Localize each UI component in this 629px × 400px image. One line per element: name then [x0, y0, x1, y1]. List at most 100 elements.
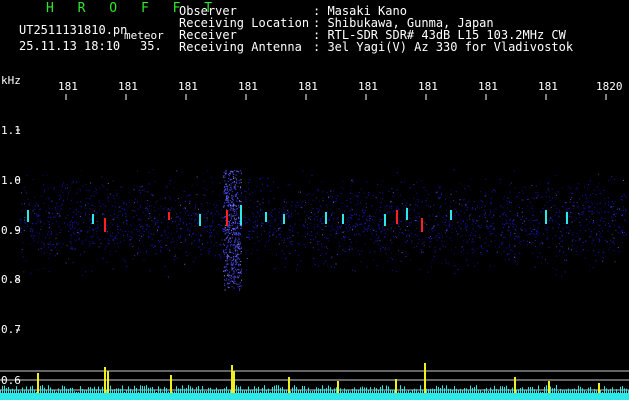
noise-pixel: [186, 210, 188, 212]
noise-pixel: [282, 200, 284, 202]
meteor-streak: [406, 208, 408, 220]
noise-pixel: [26, 225, 28, 227]
noise-pixel: [619, 208, 621, 210]
noise-pixel: [615, 215, 617, 217]
noise-pixel: [61, 186, 63, 188]
activity-bar: [284, 389, 285, 393]
noise-pixel: [222, 230, 224, 232]
noise-pixel: [37, 215, 39, 217]
noise-pixel: [105, 246, 107, 248]
noise-pixel: [562, 227, 564, 229]
noise-pixel: [41, 195, 43, 197]
noise-pixel: [546, 238, 548, 240]
activity-bar: [618, 391, 619, 393]
activity-bar: [462, 390, 463, 393]
noise-pixel: [416, 227, 418, 229]
activity-bar: [378, 390, 379, 393]
burst-pixel: [238, 283, 240, 285]
noise-pixel: [118, 246, 119, 248]
noise-pixel: [448, 225, 450, 227]
activity-bar: [364, 387, 365, 393]
noise-pixel: [257, 200, 259, 202]
noise-pixel: [449, 237, 451, 239]
noise-pixel: [47, 243, 49, 245]
noise-pixel: [119, 206, 121, 208]
noise-pixel: [382, 198, 383, 200]
noise-pixel: [399, 219, 401, 221]
burst-pixel: [234, 186, 236, 188]
noise-pixel: [552, 227, 554, 229]
unit-label: kHz: [1, 74, 21, 87]
noise-pixel: [375, 231, 377, 232]
noise-pixel: [490, 211, 492, 213]
noise-pixel: [268, 240, 270, 242]
burst-pixel: [228, 189, 230, 191]
noise-pixel: [437, 223, 439, 225]
noise-pixel: [556, 207, 558, 209]
noise-pixel: [165, 244, 167, 246]
noise-pixel: [611, 233, 613, 235]
noise-pixel: [94, 214, 96, 216]
noise-pixel: [368, 194, 370, 196]
noise-pixel: [156, 225, 158, 227]
noise-pixel: [505, 222, 507, 224]
meteor-streak: [283, 214, 285, 224]
noise-pixel: [283, 253, 285, 255]
activity-bar: [490, 387, 491, 393]
noise-pixel: [355, 223, 357, 225]
noise-pixel: [137, 208, 139, 209]
noise-pixel: [387, 234, 389, 236]
noise-pixel: [390, 206, 392, 208]
noise-pixel: [593, 222, 595, 223]
noise-pixel: [107, 243, 109, 245]
noise-pixel: [383, 210, 385, 212]
noise-pixel: [503, 237, 505, 239]
activity-bar: [296, 387, 297, 393]
noise-pixel: [85, 271, 87, 273]
noise-pixel: [318, 265, 320, 267]
noise-pixel: [112, 180, 114, 182]
noise-pixel: [351, 207, 353, 209]
noise-pixel: [289, 232, 291, 234]
noise-pixel: [532, 197, 534, 199]
noise-pixel: [136, 228, 138, 230]
noise-pixel: [335, 263, 337, 265]
noise-pixel: [392, 196, 394, 198]
noise-pixel: [228, 233, 229, 235]
noise-pixel: [535, 185, 537, 187]
noise-pixel: [142, 189, 144, 191]
noise-pixel: [123, 202, 125, 204]
noise-pixel: [172, 221, 173, 223]
noise-pixel: [273, 181, 274, 183]
noise-pixel: [502, 214, 504, 216]
noise-pixel: [531, 231, 533, 232]
activity-bar: [44, 387, 45, 393]
burst-pixel: [223, 229, 225, 230]
noise-pixel: [573, 248, 575, 250]
burst-pixel: [235, 211, 237, 213]
activity-peak: [107, 371, 109, 393]
noise-pixel: [43, 202, 45, 204]
freq-tick: 0.8: [1, 273, 21, 286]
noise-pixel: [306, 227, 308, 229]
noise-pixel: [408, 209, 410, 211]
noise-pixel: [72, 198, 74, 200]
noise-pixel: [48, 227, 50, 229]
noise-pixel: [525, 230, 527, 232]
noise-pixel: [334, 201, 336, 202]
noise-pixel: [365, 229, 367, 231]
noise-pixel: [256, 186, 258, 188]
burst-pixel: [229, 224, 231, 226]
burst-pixel: [224, 270, 226, 272]
noise-pixel: [610, 239, 611, 241]
noise-pixel: [591, 213, 593, 215]
noise-pixel: [86, 190, 88, 192]
noise-pixel: [85, 239, 87, 241]
noise-pixel: [36, 231, 38, 233]
noise-pixel: [360, 188, 362, 190]
noise-pixel: [469, 238, 470, 240]
noise-pixel: [316, 216, 318, 217]
noise-pixel: [459, 199, 461, 201]
noise-pixel: [614, 261, 616, 263]
noise-pixel: [390, 201, 391, 203]
